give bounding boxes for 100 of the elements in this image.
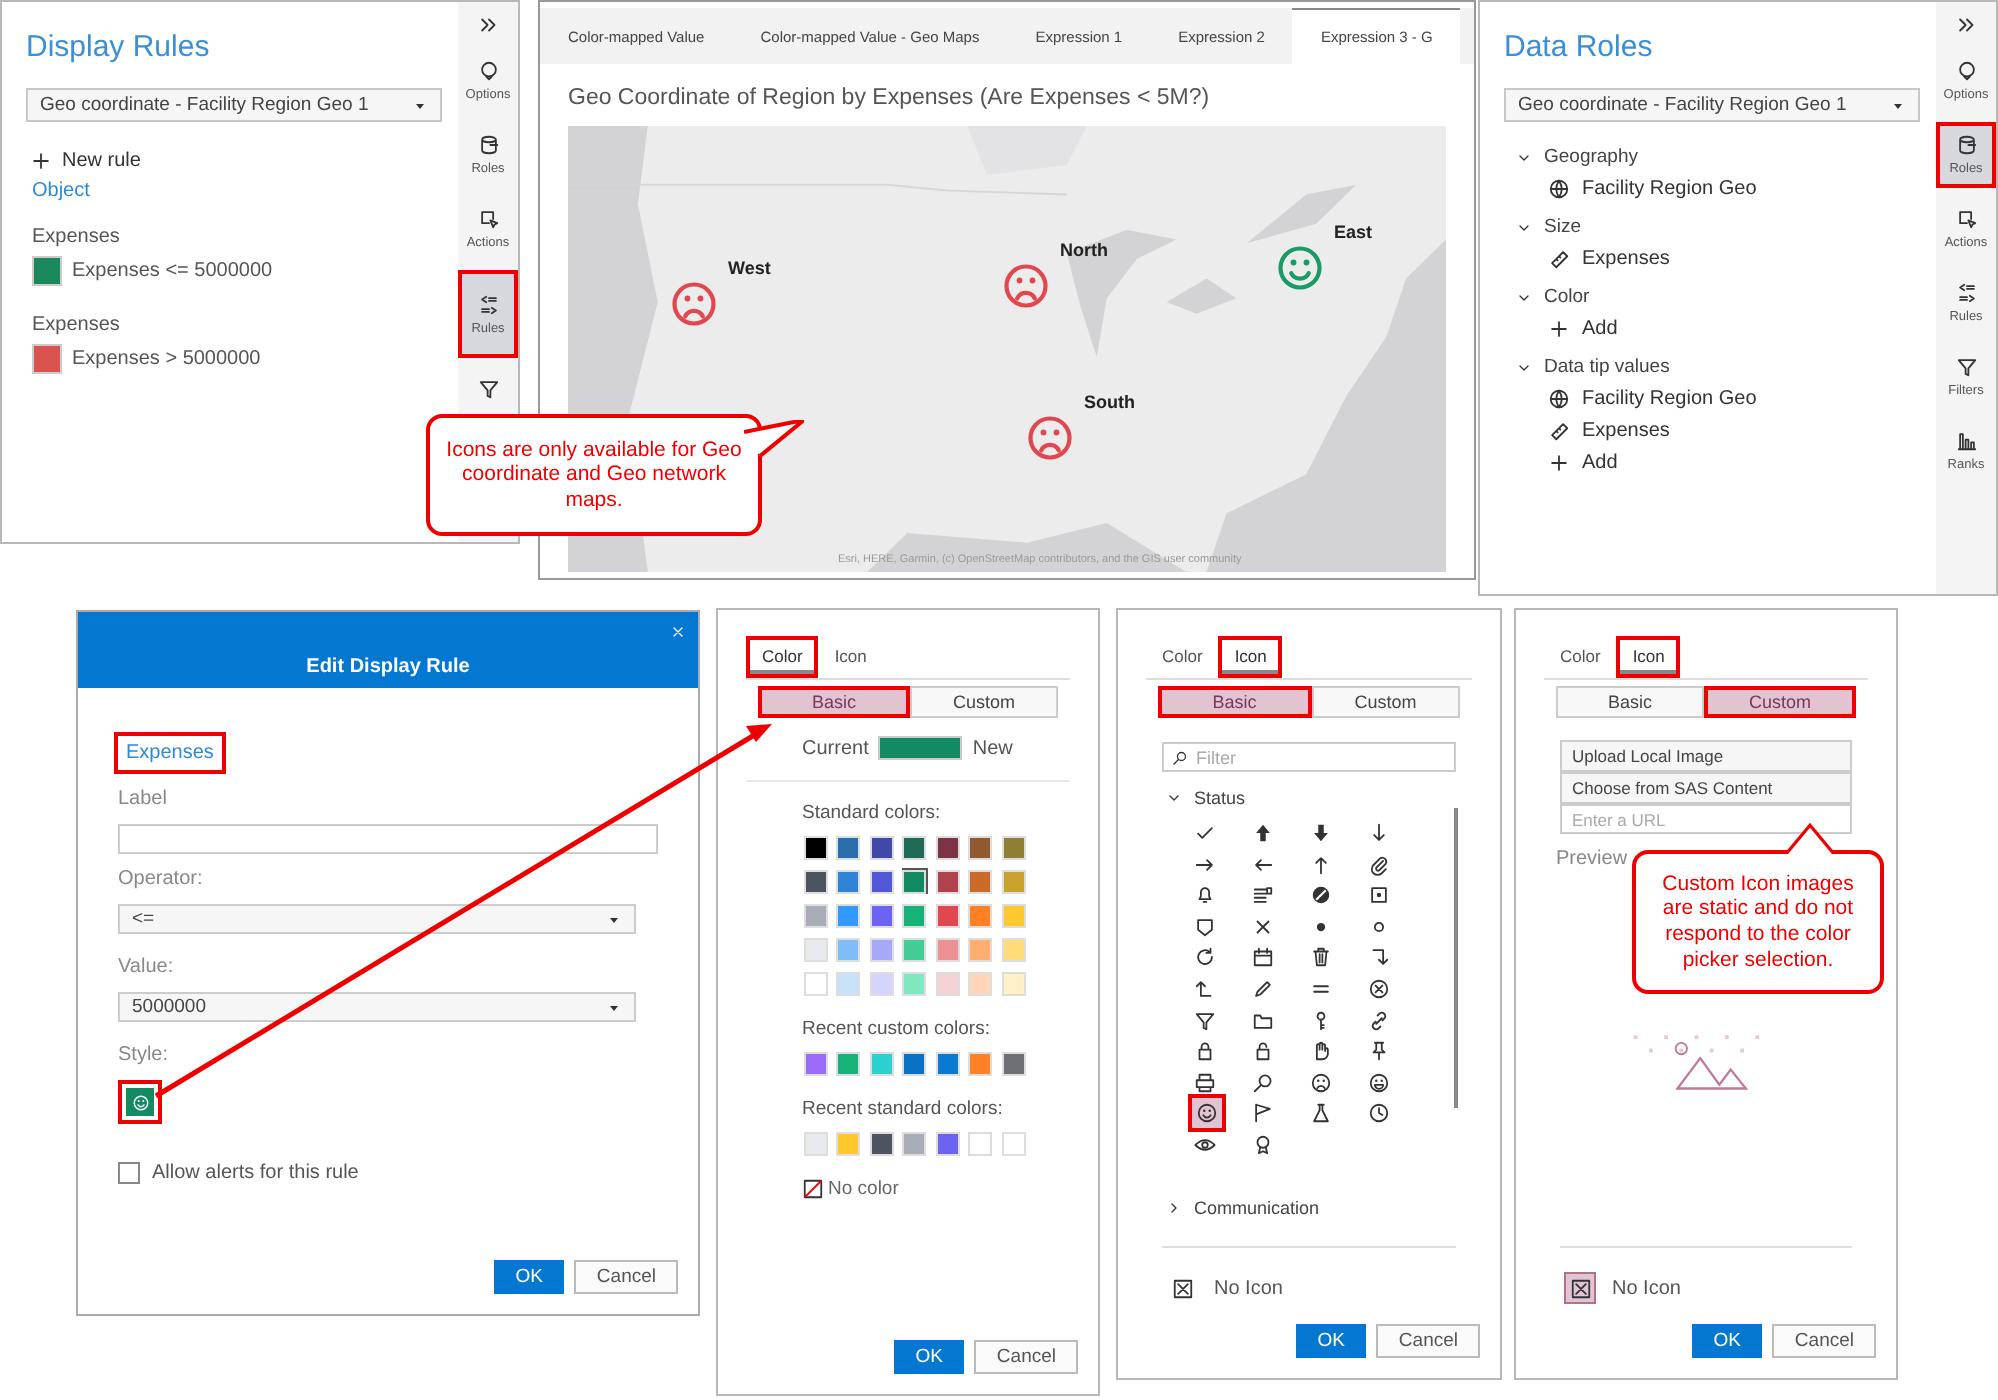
color-swatch[interactable] xyxy=(838,871,858,891)
mode-toggle[interactable]: Custom xyxy=(910,686,1058,718)
scrollbar[interactable] xyxy=(1454,808,1458,1108)
role-group-toggle[interactable]: Geography xyxy=(1516,146,1639,168)
color-swatch[interactable] xyxy=(937,871,957,891)
no-icon-option[interactable] xyxy=(1564,1272,1596,1304)
cancel-button[interactable]: Cancel xyxy=(1772,1324,1876,1358)
cancel-button[interactable]: Cancel xyxy=(974,1340,1078,1374)
rule-label[interactable]: Expenses > 5000000 xyxy=(72,348,261,370)
style-swatch-button[interactable] xyxy=(118,1080,162,1124)
mode-toggle[interactable]: Basic xyxy=(1158,686,1311,718)
color-swatch[interactable] xyxy=(1003,973,1023,993)
color-swatch[interactable] xyxy=(937,837,957,857)
cancel-button[interactable]: Cancel xyxy=(1376,1324,1480,1358)
role-item-label[interactable]: Add xyxy=(1582,318,1618,340)
color-swatch[interactable] xyxy=(937,973,957,993)
picker-tab[interactable]: Icon xyxy=(1616,636,1681,678)
icon-option[interactable] xyxy=(1188,1094,1226,1133)
mode-toggle[interactable]: Basic xyxy=(1556,686,1704,718)
ok-button[interactable]: OK xyxy=(1691,1324,1763,1358)
color-swatch[interactable] xyxy=(1003,1133,1023,1153)
color-swatch[interactable] xyxy=(1003,905,1023,925)
ok-button[interactable]: OK xyxy=(493,1260,565,1294)
color-swatch[interactable] xyxy=(805,1053,825,1073)
icon-group-toggle[interactable]: Communication xyxy=(1166,1197,1320,1218)
operator-dropdown[interactable]: <= xyxy=(118,904,636,934)
picker-tab[interactable]: Icon xyxy=(818,636,883,678)
color-swatch[interactable] xyxy=(838,905,858,925)
color-swatch[interactable] xyxy=(970,871,990,891)
picker-tab[interactable]: Color xyxy=(1146,636,1219,678)
color-swatch[interactable] xyxy=(838,973,858,993)
color-swatch[interactable] xyxy=(904,939,924,959)
object-dropdown[interactable]: Geo coordinate - Facility Region Geo 1 xyxy=(1504,88,1920,122)
rule-label[interactable]: Expenses <= 5000000 xyxy=(72,260,273,282)
color-swatch[interactable] xyxy=(805,871,825,891)
mode-toggle[interactable]: Custom xyxy=(1311,686,1460,718)
rule-style-swatch[interactable] xyxy=(32,344,62,374)
color-swatch[interactable] xyxy=(805,973,825,993)
color-swatch[interactable] xyxy=(904,973,924,993)
checkbox[interactable] xyxy=(118,1162,140,1184)
color-swatch[interactable] xyxy=(838,1053,858,1073)
color-swatch[interactable] xyxy=(805,837,825,857)
ok-button[interactable]: OK xyxy=(1295,1324,1367,1358)
role-item-label[interactable]: Expenses xyxy=(1582,248,1670,270)
cancel-button[interactable]: Cancel xyxy=(574,1260,678,1294)
upload-option-button[interactable]: Upload Local Image xyxy=(1560,740,1852,772)
field-link[interactable]: Expenses xyxy=(114,732,226,774)
color-swatch[interactable] xyxy=(970,939,990,959)
color-swatch[interactable] xyxy=(805,939,825,959)
color-swatch[interactable] xyxy=(838,939,858,959)
color-swatch[interactable] xyxy=(937,939,957,959)
picker-tab[interactable]: Icon xyxy=(1218,636,1283,678)
color-swatch[interactable] xyxy=(871,837,891,857)
color-swatch[interactable] xyxy=(1003,939,1023,959)
color-swatch[interactable] xyxy=(871,939,891,959)
color-swatch[interactable] xyxy=(970,837,990,857)
color-swatch[interactable] xyxy=(805,905,825,925)
color-swatch[interactable] xyxy=(838,1133,858,1153)
color-swatch[interactable] xyxy=(871,905,891,925)
object-link[interactable]: Object xyxy=(32,180,90,202)
color-swatch[interactable] xyxy=(904,1053,924,1073)
role-group-toggle[interactable]: Data tip values xyxy=(1516,356,1670,378)
mode-toggle[interactable]: Custom xyxy=(1704,686,1856,718)
color-swatch[interactable] xyxy=(937,1053,957,1073)
new-rule-button[interactable]: New rule xyxy=(30,150,141,172)
color-swatch[interactable] xyxy=(871,871,891,891)
color-swatch[interactable] xyxy=(904,1133,924,1153)
role-item-label[interactable]: Expenses xyxy=(1582,420,1670,442)
color-swatch[interactable] xyxy=(904,837,924,857)
color-swatch[interactable] xyxy=(970,905,990,925)
picker-tab[interactable]: Color xyxy=(746,636,819,678)
color-swatch[interactable] xyxy=(871,1053,891,1073)
object-dropdown[interactable]: Geo coordinate - Facility Region Geo 1 xyxy=(26,88,442,122)
role-group-toggle[interactable]: Color xyxy=(1516,286,1590,308)
color-swatch[interactable] xyxy=(904,871,924,891)
ok-button[interactable]: OK xyxy=(893,1340,965,1374)
rule-style-swatch[interactable] xyxy=(32,256,62,286)
color-swatch[interactable] xyxy=(937,905,957,925)
color-swatch[interactable] xyxy=(1003,837,1023,857)
no-color-button[interactable]: No color xyxy=(802,1178,899,1200)
color-swatch[interactable] xyxy=(970,973,990,993)
role-item-label[interactable]: Facility Region Geo xyxy=(1582,178,1757,200)
color-swatch[interactable] xyxy=(871,973,891,993)
picker-tab[interactable]: Color xyxy=(1544,636,1617,678)
color-swatch[interactable] xyxy=(1003,871,1023,891)
color-swatch[interactable] xyxy=(838,837,858,857)
color-swatch[interactable] xyxy=(805,1133,825,1153)
role-group-toggle[interactable]: Size xyxy=(1516,216,1581,238)
mode-toggle[interactable]: Basic xyxy=(758,686,910,718)
role-item-label[interactable]: Add xyxy=(1582,452,1618,474)
filter-field[interactable]: Filter xyxy=(1162,742,1456,772)
color-swatch[interactable] xyxy=(871,1133,891,1153)
color-swatch[interactable] xyxy=(970,1053,990,1073)
upload-option-button[interactable]: Choose from SAS Content xyxy=(1560,772,1852,804)
value-dropdown[interactable]: 5000000 xyxy=(118,992,636,1022)
icon-group-toggle[interactable]: Status xyxy=(1166,788,1246,808)
color-swatch[interactable] xyxy=(937,1133,957,1153)
color-swatch[interactable] xyxy=(1003,1053,1023,1073)
color-swatch[interactable] xyxy=(904,905,924,925)
role-item-label[interactable]: Facility Region Geo xyxy=(1582,388,1757,410)
